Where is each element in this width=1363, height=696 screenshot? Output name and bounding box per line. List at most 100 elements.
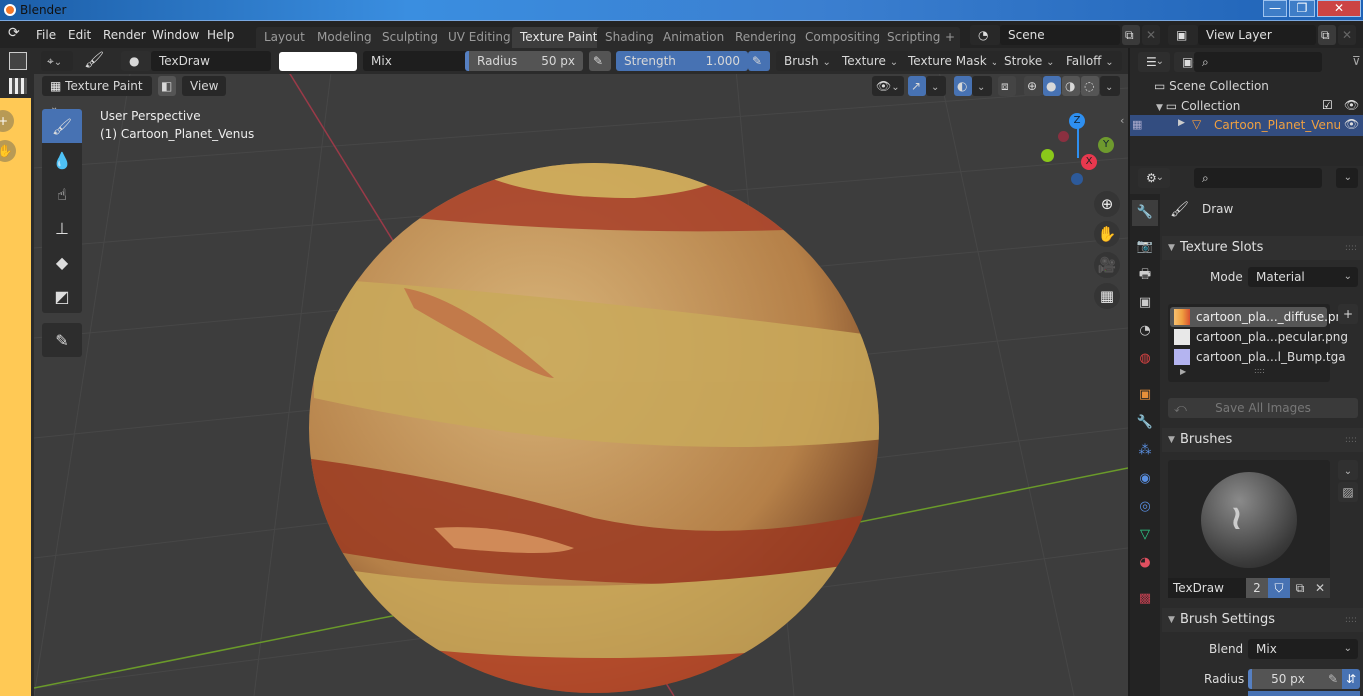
outliner-filter-icon[interactable]: ⊽: [1352, 54, 1361, 68]
tab-shading[interactable]: Shading: [597, 27, 662, 48]
stroke-menu[interactable]: Stroke ⌄: [996, 51, 1063, 71]
overlay-toggle-icon[interactable]: ◐: [954, 76, 972, 96]
outliner-search-input[interactable]: ⌕: [1194, 52, 1322, 72]
delete-scene-icon[interactable]: ✕: [1142, 25, 1160, 45]
object-row-selected[interactable]: ▦ ▶ ▽ Cartoon_Planet_Venu 👁: [1130, 115, 1363, 136]
list-expand-icon[interactable]: ▶: [1180, 367, 1186, 376]
close-button[interactable]: ✕: [1317, 0, 1361, 17]
brush-color-swatch[interactable]: [279, 52, 357, 71]
3d-viewport[interactable]: ⌖⌄ 🖌 ● TexDraw Mix ⌄ Radius 50 px ✎ Streng…: [34, 48, 1128, 696]
material-shading-icon[interactable]: ◑: [1062, 76, 1080, 96]
shading-dropdown-icon[interactable]: ⌄: [1100, 76, 1120, 96]
properties-editor-type-icon[interactable]: ⚙ ⌄: [1138, 168, 1170, 188]
save-all-images-button[interactable]: ⤺ Save All Images: [1168, 398, 1358, 418]
constraints-tab-icon[interactable]: ◎: [1132, 494, 1158, 520]
xray-toggle-icon[interactable]: ⧈: [998, 76, 1016, 96]
output-tab-icon[interactable]: 🖶: [1132, 262, 1158, 288]
texture-tab-icon[interactable]: ▩: [1132, 586, 1158, 612]
gizmo-neg-x[interactable]: [1058, 131, 1069, 142]
expand-collection-icon[interactable]: ▼: [1156, 103, 1166, 113]
gizmo-z-axis[interactable]: Z: [1069, 113, 1085, 129]
view-layer-selector-icon[interactable]: ▣: [1168, 25, 1198, 45]
strength-pressure-icon[interactable]: ✎: [748, 51, 770, 71]
world-tab-icon[interactable]: ◍: [1132, 346, 1158, 372]
scene-tab-icon[interactable]: ◔: [1132, 318, 1158, 344]
texture-paint-mode-icon[interactable]: ▦: [1132, 118, 1142, 131]
gizmo-y-axis[interactable]: Y: [1098, 137, 1114, 153]
texture-slot-specular[interactable]: cartoon_pla...pecular.png: [1196, 330, 1348, 344]
duplicate-brush-icon[interactable]: ⧉: [1290, 578, 1310, 598]
tab-modeling[interactable]: Modeling: [309, 27, 380, 48]
texture-slot-diffuse[interactable]: cartoon_pla..._diffuse.png: [1196, 310, 1351, 324]
fake-user-shield-icon[interactable]: ⛉: [1268, 578, 1290, 598]
visibility-icon[interactable]: 👁⌄: [872, 76, 904, 96]
tab-texture-paint[interactable]: Texture Paint: [512, 27, 606, 48]
render-tab-icon[interactable]: 📷: [1132, 234, 1158, 260]
physics-tab-icon[interactable]: ◉: [1132, 466, 1158, 492]
zoom-view-button[interactable]: ⊕: [1094, 191, 1120, 217]
new-view-layer-icon[interactable]: ⧉: [1318, 25, 1336, 45]
falloff-menu[interactable]: Falloff ⌄: [1058, 51, 1122, 71]
clone-tool-button[interactable]: ⊥: [42, 211, 82, 245]
blender-menu-icon[interactable]: ⟳: [8, 25, 20, 41]
image-editor-icon[interactable]: [9, 52, 27, 70]
view-layer-tab-icon[interactable]: ▣: [1132, 290, 1158, 316]
view-menu[interactable]: View: [182, 76, 227, 96]
gizmo-toggle-icon[interactable]: ↗: [908, 76, 926, 96]
data-tab-icon[interactable]: ▽: [1132, 522, 1158, 548]
strength-slider-partial[interactable]: [1248, 691, 1360, 696]
tab-scripting[interactable]: Scripting: [879, 27, 949, 48]
radius-pressure-icon[interactable]: ✎: [1324, 669, 1342, 689]
overlay-dropdown-icon[interactable]: ⌄: [972, 76, 992, 96]
view-layer-name-field[interactable]: View Layer: [1198, 25, 1316, 45]
brush-browse-dropdown[interactable]: ⌄: [1338, 460, 1358, 480]
soften-tool-button[interactable]: 💧: [42, 143, 82, 177]
properties-search-input[interactable]: ⌕: [1194, 168, 1322, 188]
annotate-tool-button[interactable]: ✎: [42, 323, 82, 357]
tab-layout[interactable]: Layout: [256, 27, 313, 48]
tool-tab-icon[interactable]: 🔧: [1132, 200, 1158, 226]
menu-edit[interactable]: Edit: [68, 28, 91, 42]
expand-object-icon[interactable]: ▶: [1178, 118, 1185, 128]
object-visibility-eye-icon[interactable]: 👁: [1344, 117, 1359, 131]
material-tab-icon[interactable]: ◕: [1132, 550, 1158, 576]
mask-toggle-icon[interactable]: ◧: [158, 76, 176, 96]
texture-slot-bump[interactable]: cartoon_pla...l_Bump.tga: [1196, 350, 1346, 364]
gizmo-neg-z[interactable]: [1071, 173, 1083, 185]
texture-paint-icon[interactable]: [9, 78, 27, 94]
zoom-icon[interactable]: +: [0, 110, 14, 132]
particles-tab-icon[interactable]: ⁂: [1132, 438, 1158, 464]
add-workspace-button[interactable]: +: [940, 27, 961, 48]
pan-view-button[interactable]: ✋: [1094, 221, 1120, 247]
drag-handle-icon[interactable]: ::::: [1345, 236, 1357, 260]
tool-settings-icon[interactable]: ⌖⌄: [41, 51, 73, 71]
gizmo-dropdown-icon[interactable]: ⌄: [926, 76, 946, 96]
object-tab-icon[interactable]: ▣: [1132, 382, 1158, 408]
tab-rendering[interactable]: Rendering: [727, 27, 805, 48]
fill-tool-button[interactable]: ◆: [42, 245, 82, 279]
unlink-brush-icon[interactable]: ✕: [1310, 578, 1330, 598]
tab-compositing[interactable]: Compositing: [797, 27, 889, 48]
ortho-toggle-button[interactable]: ▦: [1094, 283, 1120, 309]
radius-slider[interactable]: Radius 50 px: [465, 51, 583, 71]
radius-unit-toggle-icon[interactable]: ⇵: [1342, 669, 1360, 689]
tab-sculpting[interactable]: Sculpting: [374, 27, 447, 48]
scene-collection-row[interactable]: ▭ Scene Collection: [1154, 79, 1269, 93]
delete-view-layer-icon[interactable]: ✕: [1338, 25, 1356, 45]
texture-menu[interactable]: Texture ⌄: [834, 51, 907, 71]
menu-file[interactable]: File: [36, 28, 56, 42]
brushes-panel-header[interactable]: ▼ Brushes::::: [1162, 428, 1363, 452]
brush-name-input[interactable]: TexDraw: [1168, 578, 1246, 598]
brush-blend-dropdown[interactable]: Mix ⌄: [1248, 639, 1358, 659]
sidebar-toggle-icon[interactable]: ‹: [1120, 114, 1124, 127]
collection-row[interactable]: ▼ ▭ Collection: [1156, 99, 1240, 113]
brush-preview-icon[interactable]: ●: [121, 51, 151, 71]
minimize-button[interactable]: —: [1263, 0, 1287, 17]
texture-slots-panel-header[interactable]: ▼ Texture Slots::::: [1162, 236, 1363, 260]
brush-custom-icon-button[interactable]: ▨: [1338, 482, 1358, 502]
brush-name-field[interactable]: TexDraw: [151, 51, 271, 71]
scene-selector-icon[interactable]: ◔: [970, 25, 1000, 45]
brush-settings-panel-header[interactable]: ▼ Brush Settings::::: [1162, 608, 1363, 632]
brush-radius-slider[interactable]: 50 px: [1248, 669, 1324, 689]
drag-handle-icon[interactable]: ::::: [1345, 608, 1357, 632]
